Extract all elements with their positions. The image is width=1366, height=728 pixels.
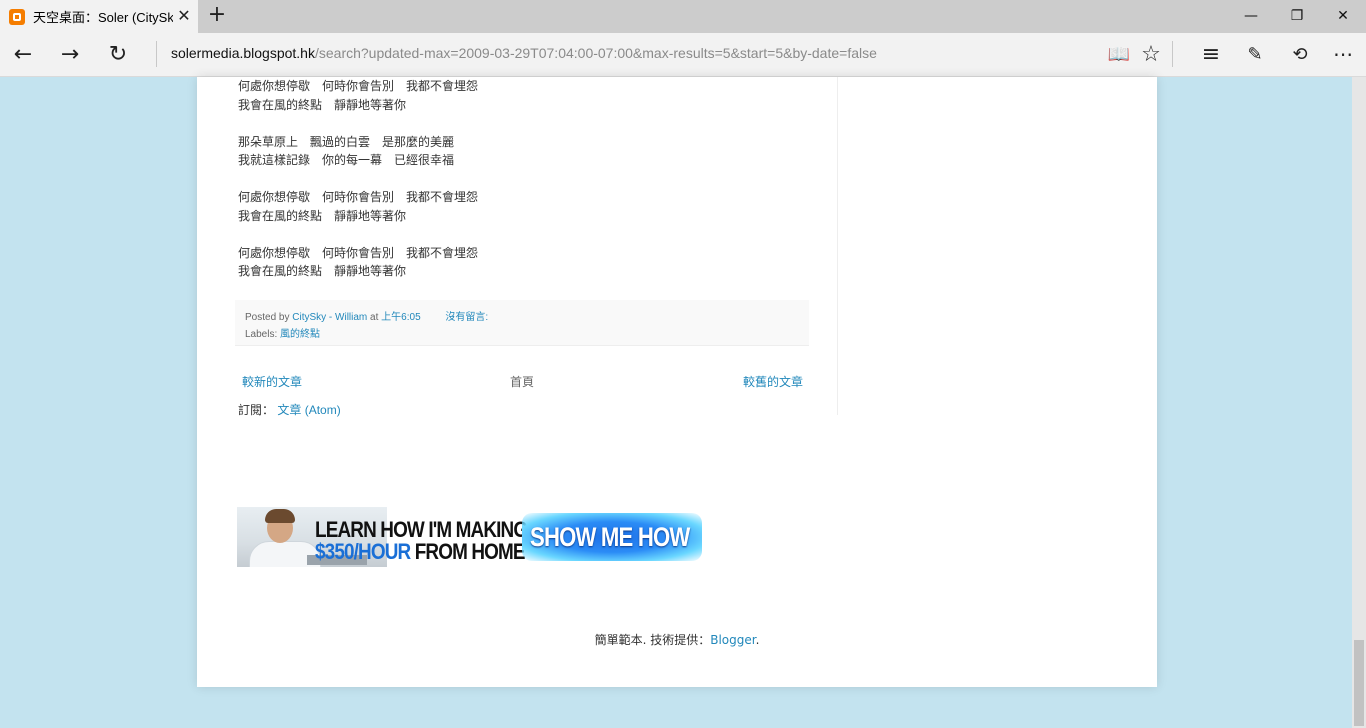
address-separator: [156, 41, 157, 67]
ad-highlight: $350/HOUR: [315, 539, 411, 564]
older-posts-link[interactable]: 較舊的文章: [743, 373, 803, 390]
tab-close-icon[interactable]: ✕: [176, 7, 192, 25]
lyrics-line: 我會在風的終點 靜靜地等著你: [238, 97, 407, 112]
blog-page: 何處你想停歇 何時你會告別 我都不會埋怨 我會在風的終點 靜靜地等著你 那朵草原…: [197, 77, 1157, 687]
label-tag-link[interactable]: 風的終點: [280, 329, 320, 340]
ad-person-hair: [265, 509, 295, 523]
feed-links: 訂閱： 文章 (Atom): [238, 401, 341, 418]
ad-cta-button[interactable]: SHOW ME HOW: [522, 513, 702, 561]
lyrics-line: 何處你想停歇 何時你會告別 我都不會埋怨: [238, 190, 479, 204]
sidebar-divider: [837, 77, 838, 415]
toolbar-separator: [1172, 41, 1173, 67]
title-bar: 天空桌面：Soler (CitySky ✕ + — ❐ ✕: [0, 0, 1366, 33]
refresh-button[interactable]: ↻: [95, 33, 141, 76]
lyrics-line: 我會在風的終點 靜靜地等著你: [238, 208, 407, 223]
favorite-star-icon[interactable]: ☆: [1131, 33, 1171, 76]
web-note-icon[interactable]: ✎: [1235, 33, 1275, 76]
lyrics-stanza: 那朵草原上 飄過的白雲 是那麼的美麗 我就這樣記錄 你的每一幕 已經很幸福: [238, 133, 478, 170]
attribution: 簡單範本. 技術提供：Blogger.: [197, 631, 1157, 648]
post-time-link[interactable]: 上午6:05: [381, 312, 420, 323]
scrollbar-thumb[interactable]: [1354, 640, 1364, 726]
minimize-button[interactable]: —: [1228, 0, 1274, 33]
address-path: /search?updated-max=2009-03-29T07:04:00-…: [314, 45, 877, 61]
lyrics-stanza: 何處你想停歇 何時你會告別 我都不會埋怨 我會在風的終點 靜靜地等著你: [238, 77, 478, 114]
at-label: at: [370, 312, 379, 323]
blogger-link[interactable]: Blogger: [710, 633, 755, 647]
back-button[interactable]: ←: [0, 33, 46, 76]
post-meta: Posted by CitySky - William at 上午6:05 沒有…: [245, 308, 488, 323]
post-body: 何處你想停歇 何時你會告別 我都不會埋怨 我會在風的終點 靜靜地等著你 那朵草原…: [238, 77, 478, 299]
browser-tab[interactable]: 天空桌面：Soler (CitySky ✕: [0, 0, 198, 33]
lyrics-line: 何處你想停歇 何時你會告別 我都不會埋怨: [238, 245, 479, 260]
lyrics-stanza: 何處你想停歇 何時你會告別 我都不會埋怨 我會在風的終點 靜靜地等著你: [238, 244, 478, 281]
ad-subheadline: $350/HOUR FROM HOME: [315, 539, 526, 565]
author-link[interactable]: CitySky - William: [292, 312, 367, 323]
blogger-favicon-icon: [9, 8, 25, 25]
newer-posts-link[interactable]: 較新的文章: [242, 373, 302, 390]
more-icon[interactable]: ⋯: [1323, 33, 1363, 76]
ad-cta-label: SHOW ME HOW: [530, 522, 690, 552]
posted-by-label: Posted by: [245, 312, 290, 323]
comments-link[interactable]: 沒有留言:: [445, 312, 488, 323]
feed-label: 訂閱：: [238, 403, 275, 417]
lyrics-line: 何處你想停歇 何時你會告別 我都不會埋怨: [238, 79, 479, 93]
home-link[interactable]: 首頁: [510, 373, 534, 390]
tab-title: 天空桌面：Soler (CitySky: [33, 10, 173, 25]
ad-banner[interactable]: LEARN HOW I'M MAKING $350/HOUR FROM HOME…: [237, 507, 705, 567]
close-window-button[interactable]: ✕: [1320, 0, 1366, 33]
post-labels: Labels: 風的終點: [245, 325, 320, 340]
post-footer: Posted by CitySky - William at 上午6:05 沒有…: [235, 300, 809, 346]
hub-icon[interactable]: ≡: [1191, 33, 1231, 76]
lyrics-line: 我會在風的終點 靜靜地等著你: [238, 264, 407, 278]
labels-label: Labels:: [245, 329, 278, 340]
attribution-suffix: .: [755, 633, 760, 647]
blog-pager: 較新的文章 首頁 較舊的文章: [235, 373, 809, 391]
lyrics-line: 那朵草原上 飄過的白雲 是那麼的美麗: [238, 134, 455, 149]
forward-button[interactable]: →: [47, 33, 93, 76]
atom-feed-link[interactable]: 文章 (Atom): [277, 403, 340, 417]
share-icon[interactable]: ⟲: [1280, 33, 1320, 76]
ad-subheadline-rest: FROM HOME: [410, 539, 526, 564]
restore-button[interactable]: ❐: [1274, 0, 1320, 33]
navigation-bar: ← → ↻ solermedia.blogspot.hk/search?upda…: [0, 33, 1366, 77]
lyrics-stanza: 何處你想停歇 何時你會告別 我都不會埋怨 我會在風的終點 靜靜地等著你: [238, 188, 478, 225]
lyrics-line: 我就這樣記錄 你的每一幕 已經很幸福: [238, 153, 455, 167]
new-tab-button[interactable]: +: [206, 4, 228, 27]
page-scrollbar[interactable]: [1352, 77, 1366, 728]
address-host: solermedia.blogspot.hk: [171, 45, 315, 61]
attribution-text: 簡單範本. 技術提供：: [594, 633, 711, 647]
address-bar[interactable]: solermedia.blogspot.hk/search?updated-ma…: [171, 45, 877, 61]
